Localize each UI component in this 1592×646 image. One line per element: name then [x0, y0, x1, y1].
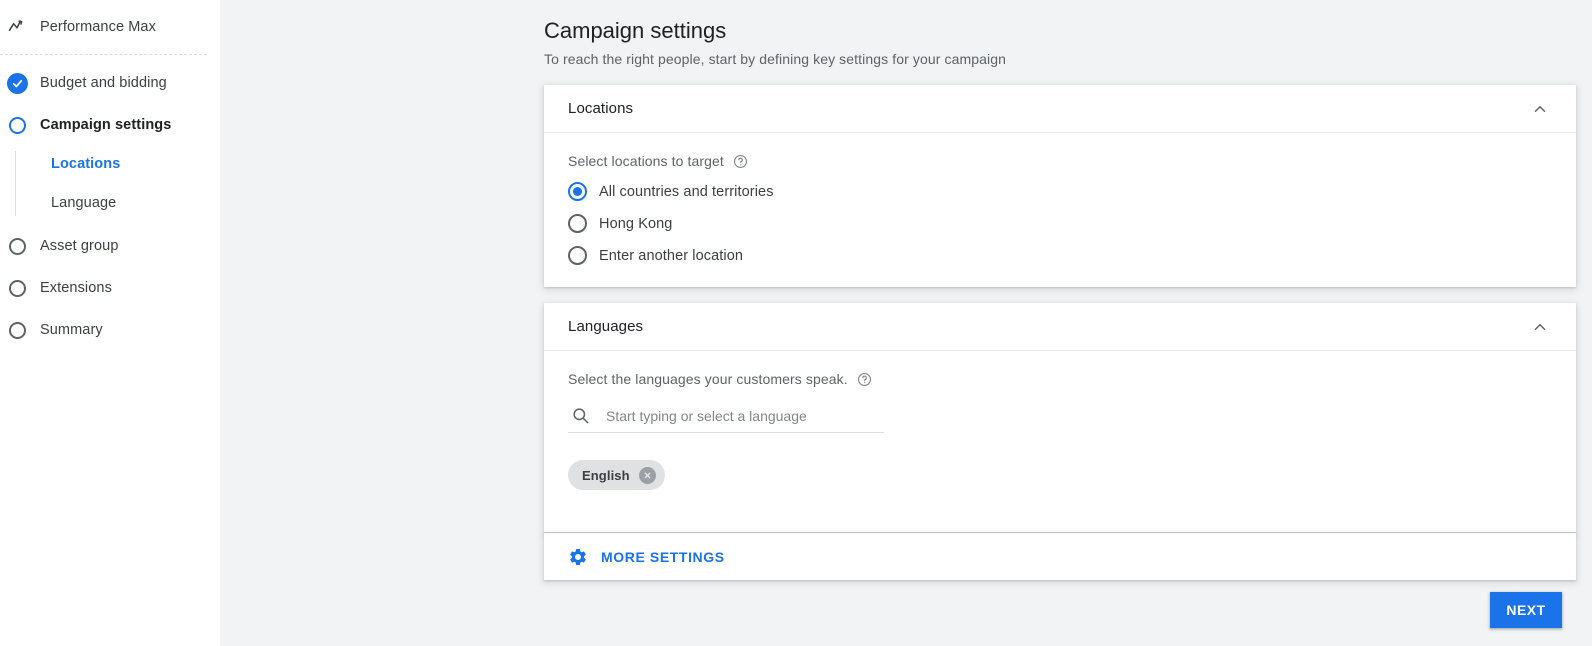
more-settings-card[interactable]: MORE SETTINGS [544, 533, 1576, 580]
radio-option-label: Enter another location [599, 247, 744, 264]
help-circle-icon[interactable] [857, 372, 872, 387]
languages-field-label-text: Select the languages your customers spea… [568, 371, 848, 387]
gear-icon [567, 546, 589, 568]
sidebar-subitem-locations[interactable]: Locations [16, 149, 220, 179]
sidebar-item-asset-group[interactable]: Asset group [0, 232, 220, 260]
radio-option-enter-another-location[interactable]: Enter another location [568, 246, 1552, 265]
sidebar-item-label: Summary [40, 322, 103, 338]
radio-icon[interactable] [568, 214, 587, 233]
trend-icon [6, 16, 28, 38]
sidebar-item-extensions[interactable]: Extensions [0, 274, 220, 302]
language-chip-label: English [582, 467, 630, 483]
sidebar-subitem-label: Language [51, 195, 117, 211]
sidebar-item-label: Campaign settings [40, 117, 172, 133]
sidebar-item-label: Budget and bidding [40, 75, 167, 91]
chevron-up-icon[interactable] [1528, 315, 1552, 339]
check-circle-icon [6, 72, 28, 94]
language-search-field[interactable] [568, 399, 884, 433]
sidebar-subnav: Locations Language [0, 149, 220, 218]
radio-option-label: Hong Kong [599, 215, 673, 232]
chevron-up-icon[interactable] [1528, 97, 1552, 121]
languages-card-title: Languages [568, 318, 644, 335]
languages-card-header[interactable]: Languages [544, 303, 1576, 351]
radio-circle-icon [6, 114, 28, 136]
locations-card-title: Locations [568, 100, 634, 117]
radio-circle-icon [6, 319, 28, 341]
page-subtitle: To reach the right people, start by defi… [544, 51, 1006, 67]
sidebar-item-budget-and-bidding[interactable]: Budget and bidding [0, 69, 220, 97]
radio-icon[interactable] [568, 246, 587, 265]
help-circle-icon[interactable] [733, 154, 748, 169]
language-chip-english[interactable]: English [568, 460, 665, 490]
sidebar-subitem-language[interactable]: Language [16, 188, 220, 218]
page-title: Campaign settings [544, 18, 727, 43]
sidebar-item-performance-max[interactable]: Performance Max [0, 13, 220, 41]
locations-field-label-text: Select locations to target [568, 153, 724, 169]
sidebar-divider [0, 54, 207, 55]
sidebar-item-label: Performance Max [40, 19, 156, 35]
languages-field-label: Select the languages your customers spea… [568, 371, 1552, 387]
radio-option-all-countries[interactable]: All countries and territories [568, 182, 1552, 201]
sidebar-item-label: Asset group [40, 238, 119, 254]
sidebar-item-campaign-settings[interactable]: Campaign settings [0, 111, 220, 139]
main-content: Campaign settings To reach the right peo… [220, 0, 1592, 646]
languages-card: Languages Select the languages your cust… [544, 303, 1576, 532]
locations-card-header[interactable]: Locations [544, 85, 1576, 133]
locations-card-body: Select locations to target All countries… [544, 133, 1576, 287]
radio-option-label: All countries and territories [599, 183, 774, 200]
radio-circle-icon [6, 235, 28, 257]
next-button[interactable]: NEXT [1490, 592, 1562, 628]
search-icon [568, 404, 592, 428]
locations-card: Locations Select locations to target All… [544, 85, 1576, 287]
sidebar-subitem-label: Locations [51, 156, 121, 172]
radio-icon[interactable] [568, 182, 587, 201]
more-settings-label: MORE SETTINGS [601, 548, 725, 565]
sidebar-item-summary[interactable]: Summary [0, 316, 220, 344]
close-circle-icon[interactable] [638, 466, 656, 484]
languages-card-body: Select the languages your customers spea… [544, 351, 1576, 532]
locations-field-label: Select locations to target [568, 153, 1552, 169]
sidebar-item-label: Extensions [40, 280, 112, 296]
radio-circle-icon [6, 277, 28, 299]
language-search-input[interactable] [606, 407, 884, 424]
sidebar: Performance Max Budget and bidding Campa… [0, 0, 220, 646]
radio-option-hong-kong[interactable]: Hong Kong [568, 214, 1552, 233]
